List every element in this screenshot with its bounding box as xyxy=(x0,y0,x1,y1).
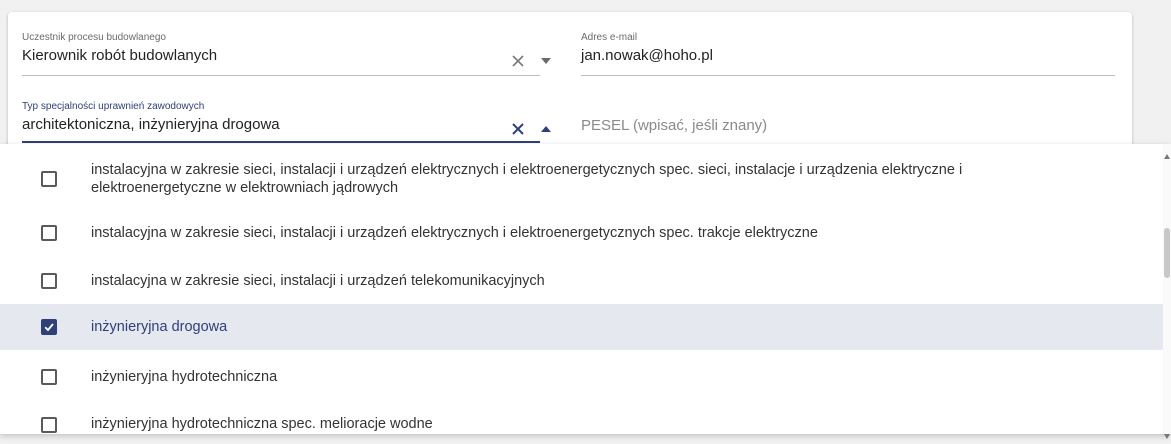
dropdown-option-selected[interactable]: inżynieryjna drogowa xyxy=(0,304,1163,350)
dropdown-option[interactable]: instalacyjna w zakresie sieci, instalacj… xyxy=(0,258,1163,304)
clear-participant-icon[interactable] xyxy=(508,51,528,71)
dropdown-scrollbar[interactable] xyxy=(1163,144,1171,439)
option-label: inżynieryjna hydrotechniczna spec. melio… xyxy=(91,416,433,432)
option-label-line1: instalacyjna w zakresie sieci, instalacj… xyxy=(91,162,963,178)
scroll-down-arrow-icon[interactable] xyxy=(1164,426,1170,439)
clear-specialty-icon[interactable] xyxy=(508,119,528,139)
option-label: inżynieryjna hydrotechniczna xyxy=(91,369,278,385)
participant-caret-down-icon[interactable] xyxy=(539,54,553,68)
option-label: inżynieryjna drogowa xyxy=(91,319,228,335)
email-label: Adres e-mail xyxy=(581,32,638,43)
specialty-select[interactable]: Typ specjalności uprawnień zawodowych ar… xyxy=(22,101,551,145)
option-label: instalacyjna w zakresie sieci, instalacj… xyxy=(91,273,545,289)
participant-underline xyxy=(22,75,540,76)
dropdown-option[interactable]: instalacyjna w zakresie sieci, instalacj… xyxy=(0,144,1163,206)
specialty-underline xyxy=(22,141,540,143)
specialty-dropdown-panel: instalacyjna w zakresie sieci, instalacj… xyxy=(0,144,1171,434)
option-label: instalacyjna w zakresie sieci, instalacj… xyxy=(91,225,818,241)
specialty-value: architektoniczna, inżynieryjna drogowa xyxy=(22,116,280,133)
option-checkbox-checked[interactable] xyxy=(41,319,57,335)
option-checkbox[interactable] xyxy=(41,369,57,385)
dropdown-option[interactable]: inżynieryjna hydrotechniczna spec. melio… xyxy=(0,402,1163,434)
email-value: jan.nowak@hoho.pl xyxy=(581,47,713,64)
participant-label: Uczestnik procesu budowlanego xyxy=(22,32,166,43)
option-label: instalacyjna w zakresie sieci, instalacj… xyxy=(91,161,1133,197)
dropdown-option[interactable]: instalacyjna w zakresie sieci, instalacj… xyxy=(0,210,1163,256)
option-checkbox[interactable] xyxy=(41,225,57,241)
check-icon xyxy=(44,323,54,332)
option-checkbox[interactable] xyxy=(41,273,57,289)
email-field[interactable]: Adres e-mail jan.nowak@hoho.pl xyxy=(581,32,1115,76)
specialty-caret-up-icon[interactable] xyxy=(539,122,553,136)
scroll-up-arrow-icon[interactable] xyxy=(1164,146,1170,159)
email-underline xyxy=(581,75,1115,76)
dropdown-option[interactable]: inżynieryjna hydrotechniczna xyxy=(0,354,1163,400)
specialty-label: Typ specjalności uprawnień zawodowych xyxy=(22,101,205,112)
participant-select[interactable]: Uczestnik procesu budowlanego Kierownik … xyxy=(22,32,551,76)
participant-value: Kierownik robót budowlanych xyxy=(22,47,218,64)
option-checkbox[interactable] xyxy=(41,171,57,187)
option-label-line2: elektroenergetyczne w elektrowniach jądr… xyxy=(91,180,399,196)
scrollbar-thumb[interactable] xyxy=(1164,228,1170,278)
pesel-placeholder: PESEL (wpisać, jeśli znany) xyxy=(581,117,768,134)
option-checkbox[interactable] xyxy=(41,417,57,433)
pesel-field[interactable]: PESEL (wpisać, jeśli znany) xyxy=(581,117,1115,147)
